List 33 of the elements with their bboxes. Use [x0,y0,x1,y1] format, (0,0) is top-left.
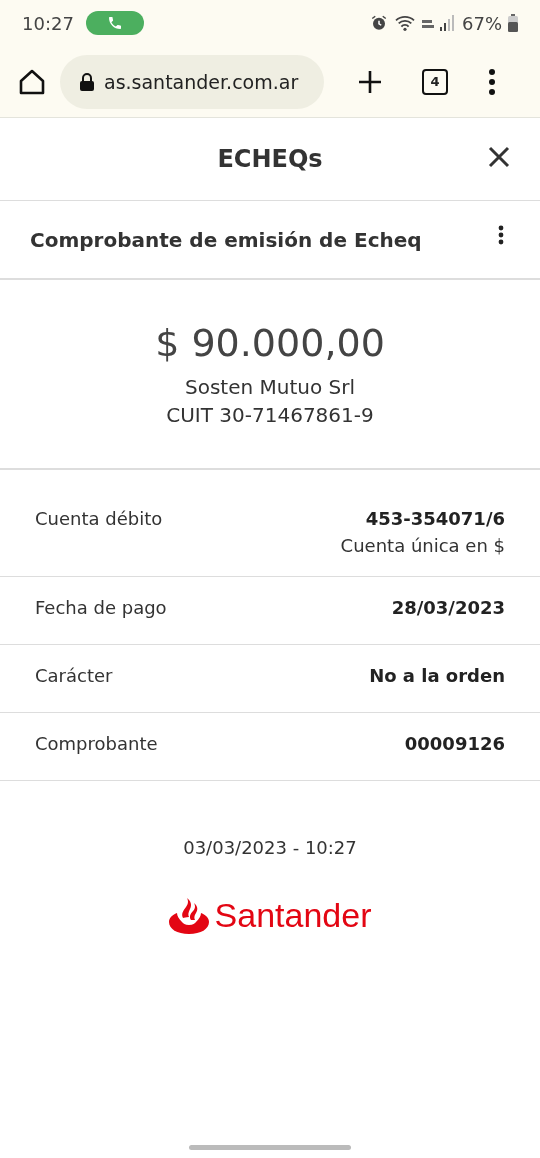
detail-value: 00009126 [404,733,505,754]
home-icon[interactable] [18,68,46,95]
address-bar[interactable]: as.santander.com.ar [60,54,324,109]
detail-label: Comprobante [35,733,158,756]
detail-note: Cuenta única en $ [340,535,505,556]
menu-icon[interactable] [488,68,496,95]
detail-value: 453-354071/6 [365,508,505,529]
wifi-icon [394,14,416,32]
beneficiary-name: Sosten Mutuo Srl [184,375,356,399]
bank-logo-text: Santander [214,896,372,935]
call-indicator[interactable] [85,11,144,35]
signal-icon [422,14,456,32]
section-title: Comprobante de emisión de Echeq [30,227,423,252]
detail-label: Fecha de pago [35,597,167,620]
timestamp: 03/03/2023 - 10:27 [183,837,357,858]
alarm-icon [370,14,388,32]
gesture-handle[interactable] [189,1145,351,1150]
beneficiary-cuit: CUIT 30-71467861-9 [166,403,374,427]
amount: $ 90.000,00 [155,321,385,365]
detail-label: Cuenta débito [35,508,163,531]
new-tab-icon[interactable] [358,69,382,94]
page-title: ECHEQs [217,145,323,173]
flame-icon [168,897,209,934]
status-time: 10:27 [22,12,74,34]
tab-count-button[interactable]: 4 [422,68,448,95]
more-options-icon[interactable] [498,224,504,245]
battery-percent: 67% [462,12,502,34]
close-icon[interactable] [488,146,510,168]
lock-icon [80,72,94,91]
battery-icon [508,14,518,32]
detail-value: 28/03/2023 [391,597,505,618]
detail-value: No a la orden [369,665,505,686]
detail-label: Carácter [35,665,113,688]
